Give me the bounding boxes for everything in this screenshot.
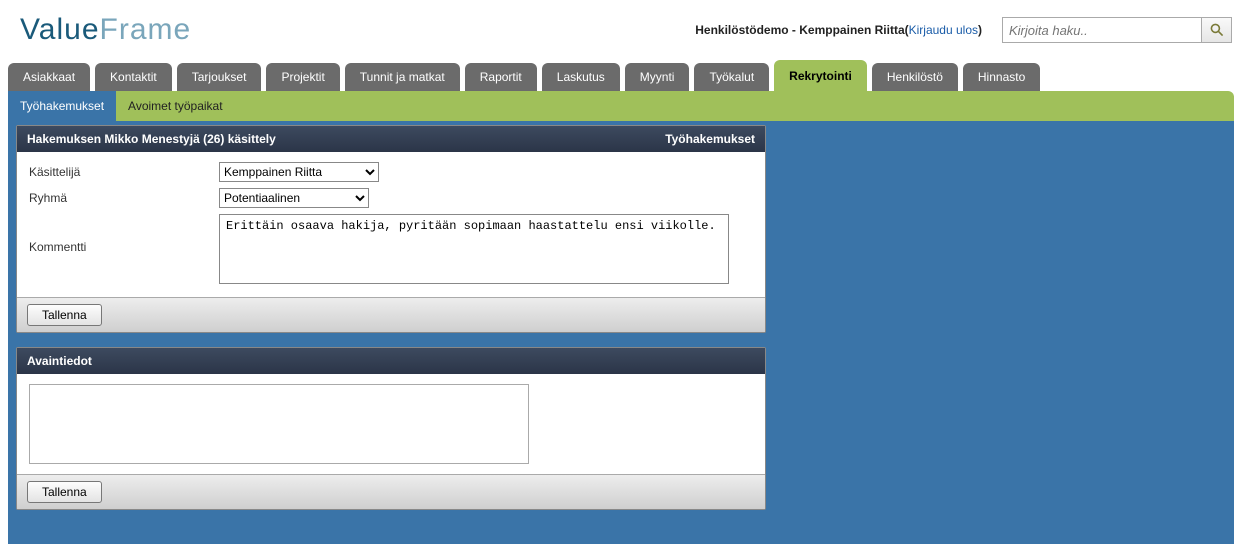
logo: ValueFrame [20,13,191,47]
group-label: Ryhmä [29,188,219,205]
tab-asiakkaat[interactable]: Asiakkaat [8,63,90,91]
comment-label: Kommentti [29,214,219,254]
tab-rekrytointi[interactable]: Rekrytointi [774,60,867,91]
key-info-panel: Avaintiedot Tallenna [16,347,766,510]
handler-label: Käsittelijä [29,162,219,179]
comment-textarea[interactable] [219,214,729,284]
search-button[interactable] [1202,17,1232,43]
sub-tabs: Työhakemukset Avoimet työpaikat [8,91,1234,121]
subtab-avoimet-tyopaikat[interactable]: Avoimet työpaikat [116,91,235,121]
logout-link[interactable]: Kirjaudu ulos [909,23,978,37]
tab-tarjoukset[interactable]: Tarjoukset [177,63,262,91]
tab-henkilosto[interactable]: Henkilöstö [872,63,958,91]
tab-kontaktit[interactable]: Kontaktit [95,63,172,91]
tab-laskutus[interactable]: Laskutus [542,63,620,91]
save-button[interactable]: Tallenna [27,304,102,326]
user-info: Henkilöstödemo - Kemppainen Riitta(Kirja… [695,23,982,37]
tab-projektit[interactable]: Projektit [266,63,339,91]
main-tabs: Asiakkaat Kontaktit Tarjoukset Projektit… [0,60,1242,91]
search-icon [1209,22,1225,38]
tab-raportit[interactable]: Raportit [465,63,537,91]
tab-hinnasto[interactable]: Hinnasto [963,63,1040,91]
handler-select[interactable]: Kemppainen Riitta [219,162,379,182]
tab-tyokalut[interactable]: Työkalut [694,63,769,91]
application-handling-panel: Hakemuksen Mikko Menestyjä (26) käsittel… [16,125,766,333]
save-button-2[interactable]: Tallenna [27,481,102,503]
panel-title-right: Työhakemukset [665,132,755,146]
panel-title: Avaintiedot [27,354,92,368]
subtab-tyohakemukset[interactable]: Työhakemukset [8,91,116,121]
tab-myynti[interactable]: Myynti [625,63,690,91]
tab-tunnit-ja-matkat[interactable]: Tunnit ja matkat [345,63,460,91]
group-select[interactable]: Potentiaalinen [219,188,369,208]
search-input[interactable] [1002,17,1202,43]
panel-title: Hakemuksen Mikko Menestyjä (26) käsittel… [27,132,276,146]
key-info-box[interactable] [29,384,529,464]
